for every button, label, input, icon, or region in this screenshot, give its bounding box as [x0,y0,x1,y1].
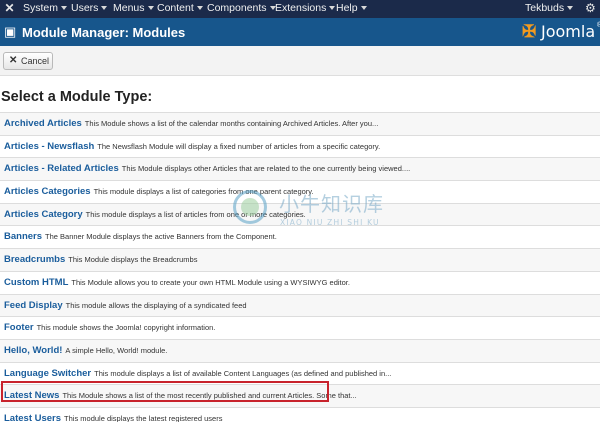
module-name[interactable]: Latest News [4,390,59,401]
module-description: This Module displays the Breadcrumbs [68,255,198,265]
page-header: ▣ Module Manager: Modules ✠ Joomla ® [0,18,600,46]
menu-label: Components [207,2,267,14]
module-name[interactable]: Articles - Newsflash [4,141,94,152]
module-name[interactable]: Latest Users [4,413,61,422]
module-link-articles-categories[interactable]: Articles Categories This module displays … [4,186,314,198]
module-name[interactable]: Feed Display [4,300,63,311]
menu-content[interactable]: Content [157,2,203,15]
menu-label: Tekbuds [525,2,565,14]
module-description: This module displays the latest register… [64,413,223,422]
menu-label: Users [71,2,99,14]
module-link-footer[interactable]: Footer This module shows the Joomla! copy… [4,322,215,334]
list-item: Articles - Related Articles This Module d… [0,157,600,181]
cancel-label: Cancel [21,56,50,66]
brand-name: Joomla [541,22,596,41]
list-item: Banners The Banner Module displays the ac… [0,225,600,248]
menu-system[interactable]: System [23,2,68,15]
module-link-hello-world[interactable]: Hello, World! A simple Hello, World! modu… [4,345,167,357]
toolbar: ✕ Cancel [0,46,600,76]
menu-components[interactable]: Components [207,2,276,15]
module-link-articles-related[interactable]: Articles - Related Articles This Module d… [4,163,410,175]
top-navbar: ✕ System Users Menus Content Components … [0,0,600,18]
cancel-button[interactable]: ✕ Cancel [3,52,53,70]
close-icon: ✕ [9,55,18,66]
menu-extensions[interactable]: Extensions [275,2,336,15]
list-item: Articles Categories This module displays … [0,180,600,203]
module-name[interactable]: Articles - Related Articles [4,163,119,174]
menu-help[interactable]: Help [336,2,367,15]
list-item: Latest News This Module shows a list of t… [0,384,600,407]
module-type-list: Archived Articles This Module shows a lis… [0,112,600,422]
cube-icon: ▣ [4,24,17,39]
list-item: Articles Category This module displays a … [0,202,600,226]
module-link-archived-articles[interactable]: Archived Articles This Module shows a lis… [4,118,378,130]
module-link-language-switcher[interactable]: Language Switcher This module displays a … [4,368,391,380]
module-link-breadcrumbs[interactable]: Breadcrumbs This Module displays the Brea… [4,254,197,266]
module-description: The Newsflash Module will display a fixe… [97,141,381,151]
list-item: Latest Users This module displays the lat… [0,406,600,422]
module-name[interactable]: Language Switcher [4,368,91,379]
caret-down-icon [101,6,108,11]
list-item: Breadcrumbs This Module displays the Brea… [0,248,600,271]
module-description: This Module displays other Articles that… [121,164,411,174]
joomla-logo-icon[interactable]: ✕ [3,2,16,15]
module-name[interactable]: Articles Categories [4,186,91,197]
menu-users[interactable]: Users [71,2,108,15]
menu-label: System [23,2,59,14]
module-name[interactable]: Footer [4,322,34,333]
caret-down-icon [567,6,574,11]
caret-down-icon [360,6,367,11]
joomla-mark-icon: ✠ [522,22,537,41]
list-item: Feed Display This module allows the displ… [0,293,600,317]
list-item: Footer This module shows the Joomla! copy… [0,316,600,339]
menu-label: Menus [113,2,145,14]
module-link-articles-newsflash[interactable]: Articles - Newsflash The Newsflash Module… [4,141,380,153]
module-link-banners[interactable]: Banners The Banner Module displays the ac… [4,231,277,243]
menu-menus[interactable]: Menus [113,2,154,15]
module-description: This Module shows a list of the calendar… [84,119,379,128]
menu-user[interactable]: Tekbuds [525,2,574,15]
list-item: Hello, World! A simple Hello, World! modu… [0,338,600,362]
menu-label: Help [336,2,358,14]
module-name[interactable]: Custom HTML [4,277,68,288]
caret-down-icon [147,6,154,11]
list-item: Language Switcher This module displays a … [0,361,600,385]
section-heading: Select a Module Type: [1,89,153,105]
module-name[interactable]: Articles Category [4,209,83,220]
module-link-latest-users[interactable]: Latest Users This module displays the lat… [4,413,222,422]
list-item: Articles - Newsflash The Newsflash Module… [0,134,600,158]
module-description: This module displays a list of available… [94,368,392,378]
menu-label: Content [157,2,194,14]
module-link-articles-category[interactable]: Articles Category This module displays a … [4,209,306,221]
module-description: The Banner Module displays the active Ba… [45,232,277,242]
caret-down-icon [329,6,336,11]
list-item: Archived Articles This Module shows a lis… [0,112,600,135]
menu-label: Extensions [275,2,327,14]
module-name[interactable]: Hello, World! [4,345,62,356]
module-link-custom-html[interactable]: Custom HTML This Module allows you to cre… [4,277,350,289]
caret-down-icon [61,6,68,11]
module-link-latest-news[interactable]: Latest News This Module shows a list of t… [4,390,357,402]
list-item: Custom HTML This Module allows you to cre… [0,270,600,294]
module-name[interactable]: Breadcrumbs [4,254,65,265]
module-description: This module displays a list of articles … [85,209,306,219]
module-description: This module displays a list of categorie… [93,187,314,197]
module-description: This Module allows you to create your ow… [71,277,350,287]
module-name[interactable]: Banners [4,231,42,242]
module-link-feed-display[interactable]: Feed Display This module allows the displ… [4,300,247,312]
module-name[interactable]: Archived Articles [4,118,82,129]
module-description: A simple Hello, World! module. [65,345,168,355]
page-title: Module Manager: Modules [22,25,186,40]
module-description: This Module shows a list of the most rec… [62,391,357,401]
module-description: This module allows the displaying of a s… [65,300,247,310]
gear-icon[interactable]: ⚙ [585,1,596,15]
caret-down-icon [196,6,203,11]
module-description: This module shows the Joomla! copyright … [36,323,216,333]
